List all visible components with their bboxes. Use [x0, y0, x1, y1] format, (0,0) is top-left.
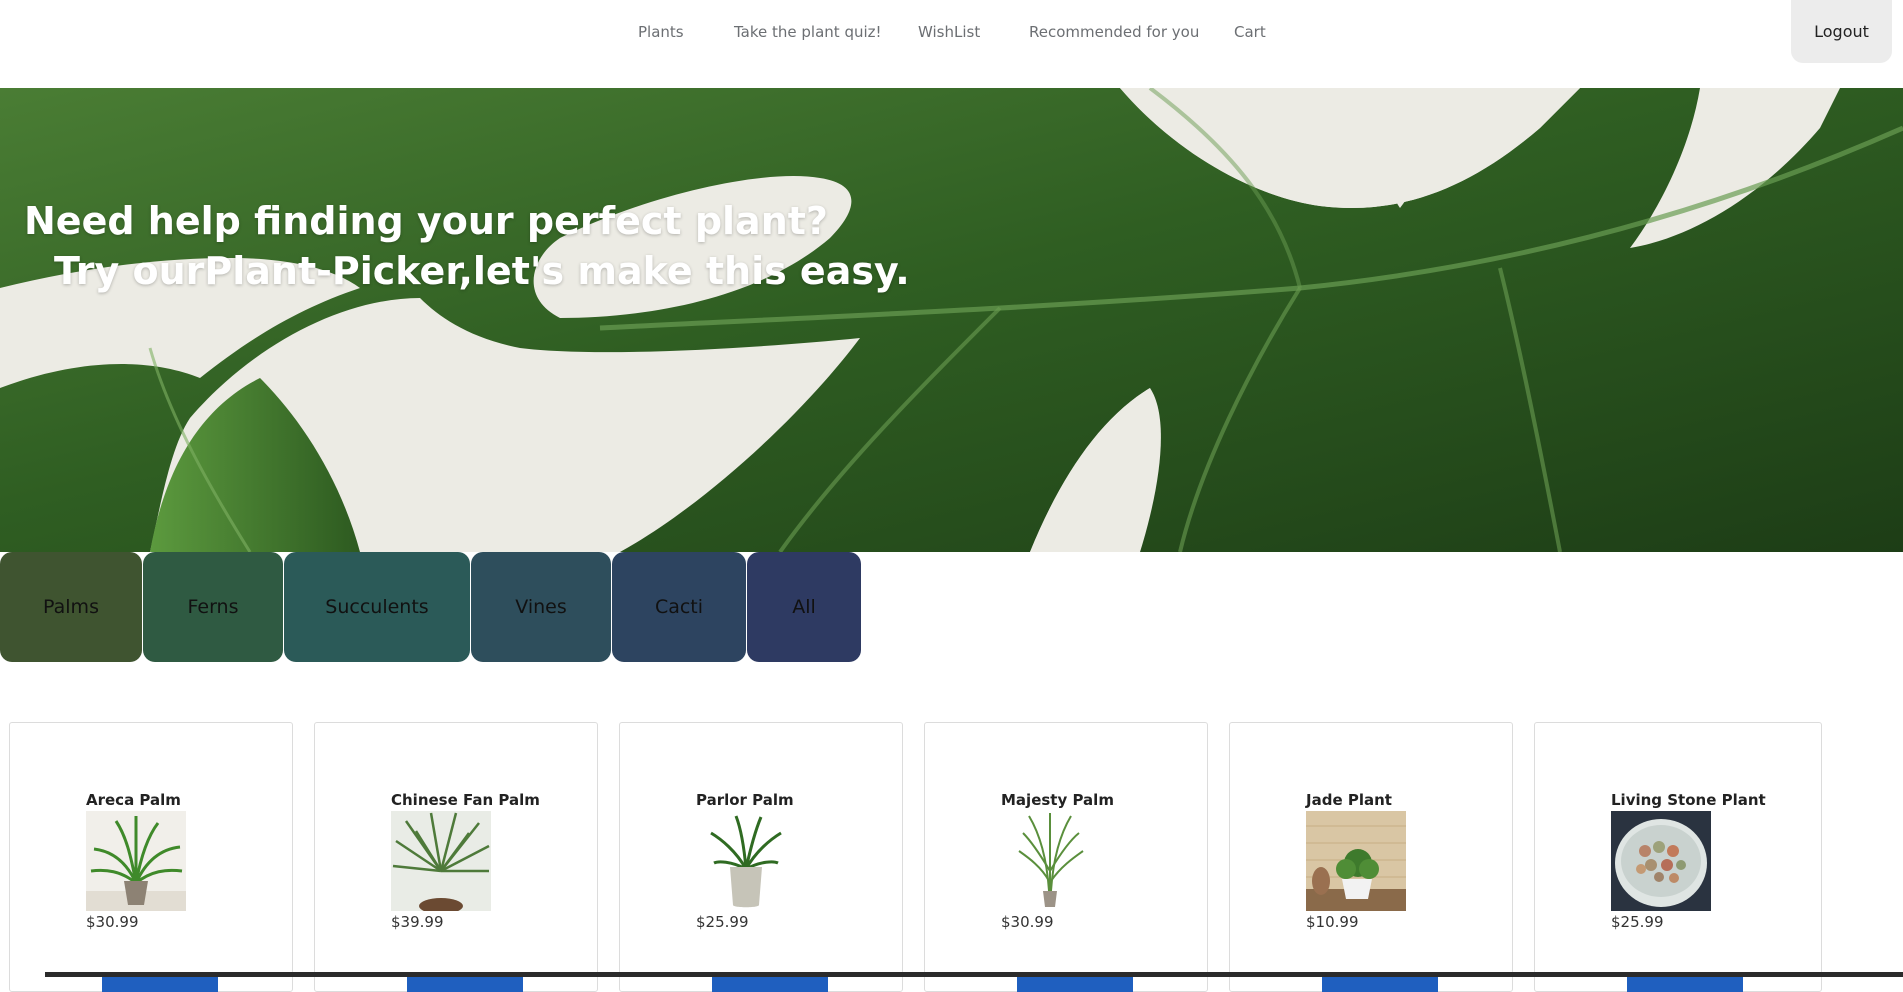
product-card[interactable]: Majesty Palm $30.99	[924, 722, 1208, 992]
category-succulents-button[interactable]: Succulents	[284, 552, 470, 662]
product-image	[391, 811, 491, 911]
logout-button[interactable]: Logout	[1791, 0, 1892, 63]
product-price: $25.99	[1611, 913, 1664, 931]
category-label: All	[792, 596, 816, 618]
product-image	[1611, 811, 1711, 911]
bottom-divider	[45, 972, 1903, 977]
product-image	[696, 811, 796, 911]
nav-links: Plants Take the plant quiz! WishList Rec…	[0, 22, 1903, 42]
nav-link-recommended[interactable]: Recommended for you	[1029, 22, 1199, 42]
product-name: Jade Plant	[1306, 791, 1392, 809]
category-label: Cacti	[654, 596, 704, 618]
product-price: $30.99	[86, 913, 139, 931]
category-label: Ferns	[187, 596, 239, 618]
product-name: Parlor Palm	[696, 791, 794, 809]
nav-link-wishlist[interactable]: WishList	[918, 22, 980, 42]
product-grid: Areca Palm $30.99 Chinese Fan Palm $39.9…	[0, 722, 1903, 992]
product-card[interactable]: Chinese Fan Palm $39.99	[314, 722, 598, 992]
category-label: Palms	[43, 596, 99, 618]
hero-heading: Need help finding your perfect plant? Tr…	[24, 196, 910, 296]
nav-link-cart[interactable]: Cart	[1234, 22, 1266, 42]
product-card[interactable]: Jade Plant $10.99	[1229, 722, 1513, 992]
product-price: $30.99	[1001, 913, 1054, 931]
product-name: Majesty Palm	[1001, 791, 1114, 809]
category-cacti-button[interactable]: Cacti	[612, 552, 746, 662]
product-card[interactable]: Living Stone Plant $25.99	[1534, 722, 1822, 992]
nav-link-plants[interactable]: Plants	[638, 22, 684, 42]
category-vines-button[interactable]: Vines	[471, 552, 611, 662]
category-palms-button[interactable]: Palms	[0, 552, 142, 662]
product-price: $10.99	[1306, 913, 1359, 931]
nav-link-plant-quiz[interactable]: Take the plant quiz!	[734, 22, 882, 42]
hero-line-2: Try ourPlant-Picker,let's make this easy…	[54, 249, 910, 293]
product-name: Chinese Fan Palm	[391, 791, 540, 809]
category-label: Vines	[515, 596, 567, 618]
product-name: Areca Palm	[86, 791, 181, 809]
product-name: Living Stone Plant	[1611, 791, 1766, 809]
product-price: $25.99	[696, 913, 749, 931]
category-all-button[interactable]: All	[747, 552, 861, 662]
product-price: $39.99	[391, 913, 444, 931]
product-image	[86, 811, 186, 911]
category-label: Succulents	[325, 596, 429, 618]
category-ferns-button[interactable]: Ferns	[143, 552, 283, 662]
hero-banner: Need help finding your perfect plant? Tr…	[0, 88, 1903, 552]
monstera-leaf-image	[0, 88, 1903, 552]
product-image	[1001, 811, 1101, 911]
product-image	[1306, 811, 1406, 911]
product-card[interactable]: Areca Palm $30.99	[9, 722, 293, 992]
hero-line-1: Need help finding your perfect plant?	[24, 199, 828, 243]
top-navbar: Plants Take the plant quiz! WishList Rec…	[0, 0, 1903, 88]
product-card[interactable]: Parlor Palm $25.99	[619, 722, 903, 992]
